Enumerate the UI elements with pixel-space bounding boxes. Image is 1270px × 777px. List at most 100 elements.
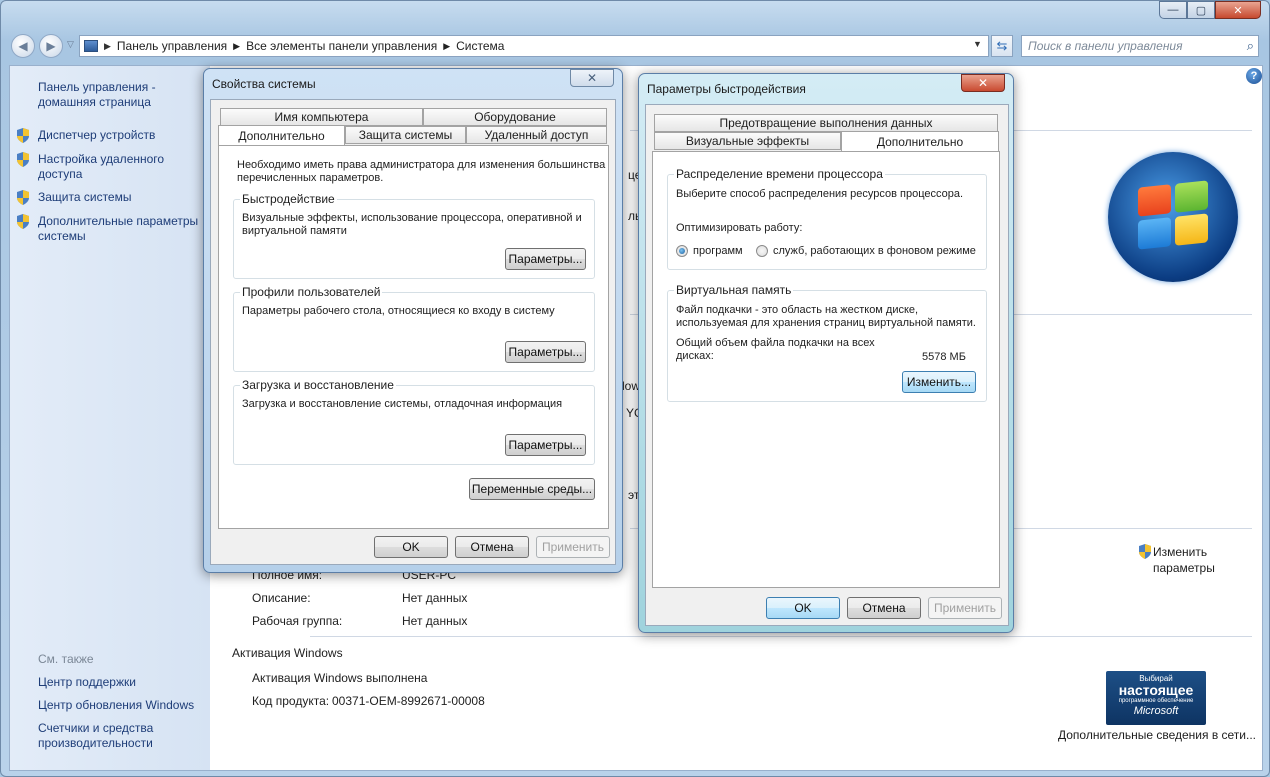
windows-logo <box>1108 152 1238 282</box>
ok-button[interactable]: OK <box>374 536 448 558</box>
cancel-button[interactable]: Отмена <box>847 597 921 619</box>
see-also-heading: См. также <box>38 652 94 666</box>
system-properties-dialog: Свойства системы ✕ Имя компьютера Оборуд… <box>203 68 623 573</box>
user-profiles-group: Профили пользователей Параметры рабочего… <box>233 285 595 372</box>
apply-button[interactable]: Применить <box>536 536 610 558</box>
breadcrumb-all-items[interactable]: Все элементы панели управления <box>246 39 437 53</box>
activation-heading: Активация Windows <box>232 646 343 660</box>
refresh-button[interactable]: ⇆ <box>991 35 1013 57</box>
minimize-button[interactable]: — <box>1159 1 1187 19</box>
optimize-label: Оптимизировать работу: <box>676 222 803 234</box>
shield-icon <box>1138 544 1152 562</box>
environment-variables-button[interactable]: Переменные среды... <box>469 478 595 500</box>
close-icon: ✕ <box>586 71 598 85</box>
radio-programs[interactable]: программ <box>676 244 743 258</box>
tab-remote[interactable]: Удаленный доступ <box>466 126 607 144</box>
close-button[interactable]: ✕ <box>961 74 1005 92</box>
genuine-microsoft-badge[interactable]: Выбирай настоящее программное обеспечени… <box>1106 671 1206 725</box>
left-pane: Панель управления - домашняя страница Ди… <box>10 66 210 770</box>
help-icon[interactable]: ? <box>1246 68 1262 84</box>
tab-visual-effects[interactable]: Визуальные эффекты <box>654 132 841 150</box>
address-bar[interactable]: ▶ Панель управления ▶ Все элементы панел… <box>79 35 989 57</box>
cpu-scheduling-group: Распределение времени процессора Выберит… <box>667 167 987 270</box>
sidebar-item-device-manager[interactable]: Диспетчер устройств <box>38 128 155 143</box>
total-paging-label: Общий объем файла подкачки на всех диска… <box>676 337 875 362</box>
virtual-memory-group: Виртуальная память Файл подкачки - это о… <box>667 283 987 402</box>
back-button[interactable]: ◀ <box>11 34 35 58</box>
sidebar-item-advanced-settings[interactable]: Дополнительные параметры системы <box>38 214 198 244</box>
sidebar-item-system-protection[interactable]: Защита системы <box>38 190 131 205</box>
group-title: Загрузка и восстановление <box>240 378 396 392</box>
search-placeholder: Поиск в панели управления <box>1028 39 1183 53</box>
admin-note: Необходимо иметь права администратора дл… <box>237 159 606 184</box>
breadcrumb-arrow-icon: ▶ <box>443 40 451 51</box>
virtual-memory-description: Файл подкачки - это область на жестком д… <box>676 304 976 329</box>
product-key-value: 00371-OEM-8992671-00008 <box>332 694 485 708</box>
startup-recovery-settings-button[interactable]: Параметры... <box>505 434 586 456</box>
performance-options-dialog: Параметры быстродействия ✕ Предотвращени… <box>638 73 1014 633</box>
group-title: Виртуальная память <box>674 283 794 297</box>
dialog-body: Предотвращение выполнения данных Визуаль… <box>645 104 1009 626</box>
tab-advanced[interactable]: Дополнительно <box>841 131 999 151</box>
tab-panel-advanced: Необходимо иметь права администратора дл… <box>218 145 609 529</box>
group-description: Загрузка и восстановление системы, отлад… <box>242 398 563 410</box>
forward-button[interactable]: ▶ <box>39 34 63 58</box>
dialog-body: Имя компьютера Оборудование Защита систе… <box>210 99 616 565</box>
search-input[interactable]: Поиск в панели управления ⌕ <box>1021 35 1259 57</box>
total-paging-value: 5578 МБ <box>922 351 966 363</box>
shield-icon <box>16 190 30 208</box>
explorer-window: — ▢ ✕ ◀ ▶ ▽ ▶ Панель управления ▶ Все эл… <box>0 0 1270 777</box>
close-button[interactable]: ✕ <box>570 69 614 87</box>
tab-advanced[interactable]: Дополнительно <box>218 125 345 145</box>
group-description: Параметры рабочего стола, относящиеся ко… <box>242 305 555 317</box>
change-virtual-memory-button[interactable]: Изменить... <box>902 371 976 393</box>
group-title: Профили пользователей <box>240 285 383 299</box>
recent-pages-dropdown-icon[interactable]: ▽ <box>67 39 74 50</box>
breadcrumb-arrow-icon: ▶ <box>233 40 241 51</box>
control-panel-icon <box>84 40 98 52</box>
sidebar-item-remote-settings[interactable]: Настройка удаленного доступа <box>38 152 164 182</box>
more-info-online-link[interactable]: Дополнительные сведения в сети... <box>1058 728 1256 742</box>
group-title: Распределение времени процессора <box>674 167 885 181</box>
breadcrumb-system[interactable]: Система <box>456 39 504 53</box>
breadcrumb-control-panel[interactable]: Панель управления <box>117 39 227 53</box>
back-arrow-icon: ◀ <box>18 39 28 53</box>
group-title: Быстродействие <box>240 192 337 206</box>
performance-group: Быстродействие Визуальные эффекты, испол… <box>233 192 595 279</box>
see-also-action-center[interactable]: Центр поддержки <box>38 675 136 690</box>
forward-arrow-icon: ▶ <box>46 39 56 53</box>
refresh-icon: ⇆ <box>996 38 1008 53</box>
product-key-label: Код продукта: <box>252 694 330 708</box>
performance-settings-button[interactable]: Параметры... <box>505 248 586 270</box>
radio-unselected-icon <box>756 245 768 257</box>
see-also-windows-update[interactable]: Центр обновления Windows <box>38 698 194 713</box>
radio-background-services[interactable]: служб, работающих в фоновом режиме <box>756 244 976 258</box>
control-panel-home-link[interactable]: Панель управления - домашняя страница <box>38 80 156 110</box>
content-area: Панель управления - домашняя страница Ди… <box>9 65 1263 771</box>
tab-computer-name[interactable]: Имя компьютера <box>220 108 423 126</box>
tab-dep[interactable]: Предотвращение выполнения данных <box>654 114 998 132</box>
user-profiles-settings-button[interactable]: Параметры... <box>505 341 586 363</box>
activation-status: Активация Windows выполнена <box>252 671 428 685</box>
ok-button[interactable]: OK <box>766 597 840 619</box>
dialog-title: Свойства системы <box>212 77 316 91</box>
search-icon[interactable]: ⌕ <box>1247 38 1254 54</box>
cancel-button[interactable]: Отмена <box>455 536 529 558</box>
shield-icon <box>16 128 30 146</box>
close-icon: ✕ <box>977 76 989 90</box>
maximize-button[interactable]: ▢ <box>1187 1 1215 19</box>
tab-hardware[interactable]: Оборудование <box>423 108 607 126</box>
breadcrumb-arrow-icon: ▶ <box>104 40 111 51</box>
see-also-performance-tools[interactable]: Счетчики и средства производительности <box>38 721 153 751</box>
workgroup-value: Нет данных <box>402 614 468 628</box>
shield-icon <box>16 152 30 170</box>
close-button[interactable]: ✕ <box>1215 1 1261 19</box>
tab-system-protection[interactable]: Защита системы <box>345 126 466 144</box>
windows-flag-icon <box>1138 180 1208 250</box>
workgroup-label: Рабочая группа: <box>252 614 343 628</box>
apply-button[interactable]: Применить <box>928 597 1002 619</box>
startup-recovery-group: Загрузка и восстановление Загрузка и вос… <box>233 378 595 465</box>
cpu-description: Выберите способ распределения ресурсов п… <box>676 188 964 200</box>
change-settings-link[interactable]: Изменить параметры <box>1153 544 1215 576</box>
address-dropdown-icon[interactable]: ▼ <box>973 39 982 49</box>
